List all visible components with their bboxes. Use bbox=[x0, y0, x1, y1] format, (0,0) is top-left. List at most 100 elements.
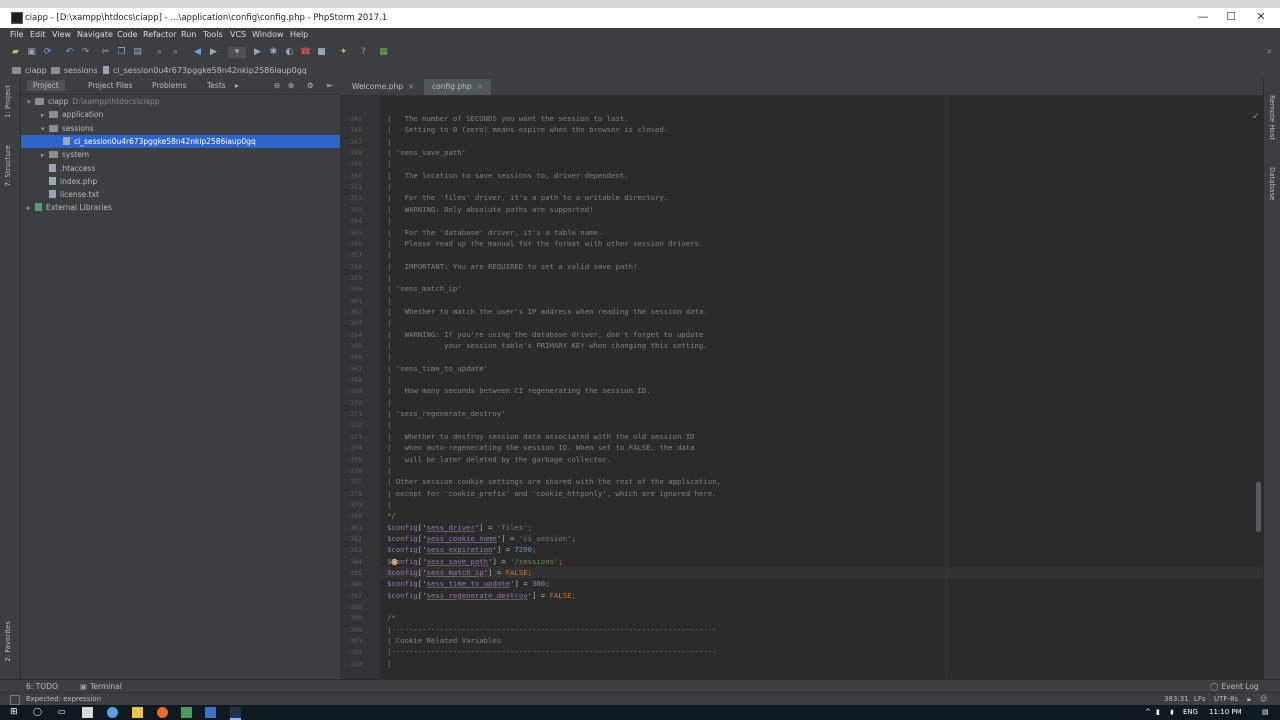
tab-project[interactable]: Project bbox=[27, 80, 65, 91]
tab-config-php[interactable]: config.php × bbox=[424, 79, 491, 95]
back-icon[interactable]: ◀ bbox=[192, 47, 203, 58]
tree-item[interactable]: ▾ sessions bbox=[21, 122, 340, 135]
tab-problems[interactable]: Problems bbox=[152, 81, 187, 90]
line-separator[interactable]: LFs bbox=[1194, 695, 1206, 703]
help-icon[interactable]: ? bbox=[358, 47, 369, 58]
debug-icon[interactable]: ✱ bbox=[268, 47, 279, 58]
caret-position[interactable]: 383:31 bbox=[1164, 695, 1189, 703]
tool-window-event-log[interactable]: ◯ Event Log bbox=[1210, 682, 1259, 691]
sync-icon[interactable]: ⟳ bbox=[42, 47, 53, 58]
breadcrumb-sessions[interactable]: sessions bbox=[51, 66, 98, 75]
run-config-dropdown[interactable]: ▾ bbox=[228, 47, 246, 58]
tree-item[interactable]: index.php bbox=[21, 175, 340, 188]
lock-icon[interactable]: 🔒︎ bbox=[1247, 695, 1251, 704]
menu-edit[interactable]: Edit bbox=[30, 30, 46, 39]
menu-navigate[interactable]: Navigate bbox=[77, 30, 113, 39]
expand-arrow-icon[interactable]: ▾ bbox=[41, 123, 49, 136]
tool-window-favorites[interactable]: 2: Favorites bbox=[4, 621, 12, 662]
collapse-all-icon[interactable]: ⊖ bbox=[274, 81, 280, 90]
tab-welcome-php[interactable]: Welcome.php × bbox=[344, 79, 422, 95]
more-tabs-icon[interactable]: ▸ bbox=[235, 81, 239, 90]
expand-arrow-icon[interactable]: ▸ bbox=[41, 149, 49, 162]
firefox-icon[interactable] bbox=[157, 707, 168, 718]
save-icon[interactable]: ▣ bbox=[26, 47, 37, 58]
line-number: 371 bbox=[350, 410, 362, 419]
run-icon[interactable]: ▶ bbox=[252, 47, 263, 58]
file-encoding[interactable]: UTF-8s bbox=[1214, 695, 1238, 703]
input-language[interactable]: ENG bbox=[1183, 708, 1198, 716]
redo-icon[interactable]: ↷ bbox=[80, 47, 91, 58]
expand-arrow-icon[interactable]: ▾ bbox=[27, 96, 35, 109]
tab-project-files[interactable]: Project Files bbox=[88, 81, 133, 90]
tree-item[interactable]: license.txt bbox=[21, 188, 340, 201]
menu-window[interactable]: Window bbox=[252, 30, 284, 39]
cut-icon[interactable]: ✂ bbox=[100, 47, 111, 58]
open-folder-icon[interactable]: ▰ bbox=[10, 47, 21, 58]
tool-window-database[interactable]: Database bbox=[1268, 167, 1276, 200]
tree-item[interactable]: ▸ External Libraries bbox=[21, 201, 340, 214]
menu-file[interactable]: File bbox=[10, 30, 23, 39]
app-icon-4[interactable] bbox=[205, 707, 216, 718]
app-icon-2[interactable] bbox=[107, 707, 118, 718]
listen-debug-icon[interactable]: ☎ bbox=[300, 47, 311, 58]
menu-code[interactable]: Code bbox=[117, 30, 137, 39]
replace-icon[interactable]: ⌕ bbox=[170, 47, 181, 58]
tree-item[interactable]: ▸ system bbox=[21, 148, 340, 161]
tree-item[interactable]: ci_session0u4r673pggke58n42nkip2586iaup0… bbox=[21, 134, 340, 148]
task-view-icon[interactable]: ▭ bbox=[58, 707, 69, 718]
tree-item[interactable]: ▾ ciapp D:\xampp\htdocs\ciapp bbox=[21, 95, 340, 108]
stop-icon[interactable]: ■ bbox=[316, 47, 327, 58]
inspector-icon[interactable]: ☺ bbox=[1260, 695, 1267, 703]
tool-window-project[interactable]: 1: Project bbox=[4, 85, 12, 118]
paste-icon[interactable]: ▤ bbox=[132, 47, 143, 58]
undo-icon[interactable]: ↶ bbox=[64, 47, 75, 58]
menu-vcs[interactable]: VCS bbox=[230, 30, 246, 39]
scroll-from-source-icon[interactable]: ⊕ bbox=[288, 81, 294, 90]
tray-network-icon[interactable]: ▮ bbox=[1156, 708, 1160, 716]
cortana-icon[interactable]: ◯ bbox=[33, 707, 44, 718]
expand-arrow-icon[interactable]: ▸ bbox=[41, 109, 49, 122]
file-explorer-icon[interactable] bbox=[132, 707, 143, 718]
search-everywhere-icon[interactable]: ⌕ bbox=[1264, 47, 1275, 58]
coverage-icon[interactable]: ◐ bbox=[284, 47, 295, 58]
menu-help[interactable]: Help bbox=[290, 30, 308, 39]
tool-window-todo[interactable]: 6: TODO bbox=[26, 682, 58, 691]
tool-windows-toggle-icon[interactable] bbox=[10, 695, 20, 705]
menu-run[interactable]: Run bbox=[181, 30, 196, 39]
menu-refactor[interactable]: Refactor bbox=[143, 30, 177, 39]
plugin-icon[interactable]: ▦ bbox=[378, 47, 389, 58]
app-icon-3[interactable] bbox=[181, 707, 192, 718]
minimize-button[interactable]: — bbox=[1188, 10, 1218, 23]
settings-wrench-icon[interactable]: ✦ bbox=[338, 47, 349, 58]
inspection-ok-icon[interactable]: ✓ bbox=[1252, 112, 1260, 122]
find-icon[interactable]: ⌕ bbox=[154, 47, 165, 58]
breadcrumb-file[interactable]: ci_session0u4r673pggke58n42nkip2586iaup0… bbox=[103, 66, 307, 75]
code-editor[interactable]: 345 346 347 348 349 350 351 352 353 354 355 356 357 3… bbox=[340, 96, 1263, 679]
editor-scrollbar[interactable] bbox=[1256, 482, 1261, 532]
hide-panel-icon[interactable]: ⇤ bbox=[327, 81, 333, 90]
tool-window-structure[interactable]: 7: Structure bbox=[4, 145, 12, 187]
gear-icon[interactable]: ⚙ bbox=[307, 81, 314, 90]
copy-icon[interactable]: ❐ bbox=[116, 47, 127, 58]
maximize-button[interactable]: ☐ bbox=[1216, 10, 1246, 23]
tool-window-terminal[interactable]: ▣ Terminal bbox=[80, 682, 122, 691]
tool-window-remote-host[interactable]: Remote Host bbox=[1268, 95, 1276, 140]
menu-tools[interactable]: Tools bbox=[203, 30, 223, 39]
app-icon-1[interactable] bbox=[82, 707, 93, 718]
tray-volume-icon[interactable]: ◖ bbox=[1170, 708, 1174, 716]
close-tab-icon[interactable]: × bbox=[477, 82, 483, 91]
windows-start-icon[interactable]: ⊞ bbox=[10, 707, 21, 718]
tree-item[interactable]: ▸ application bbox=[21, 108, 340, 121]
expand-arrow-icon[interactable]: ▸ bbox=[27, 202, 35, 215]
forward-icon[interactable]: ▶ bbox=[208, 47, 219, 58]
close-button[interactable]: ✕ bbox=[1246, 10, 1276, 23]
tray-chevron-icon[interactable]: ^ bbox=[1145, 708, 1151, 716]
tree-item[interactable]: .htaccess bbox=[21, 162, 340, 175]
menu-view[interactable]: View bbox=[52, 30, 71, 39]
clock[interactable]: 11:10 PM bbox=[1209, 708, 1242, 716]
breadcrumb-root[interactable]: ciapp bbox=[12, 66, 47, 75]
tab-tests[interactable]: Tests bbox=[207, 81, 226, 90]
close-tab-icon[interactable]: × bbox=[408, 82, 414, 91]
notifications-icon[interactable]: ▤ bbox=[1262, 708, 1269, 716]
phpstorm-taskbar-icon[interactable] bbox=[230, 707, 241, 720]
